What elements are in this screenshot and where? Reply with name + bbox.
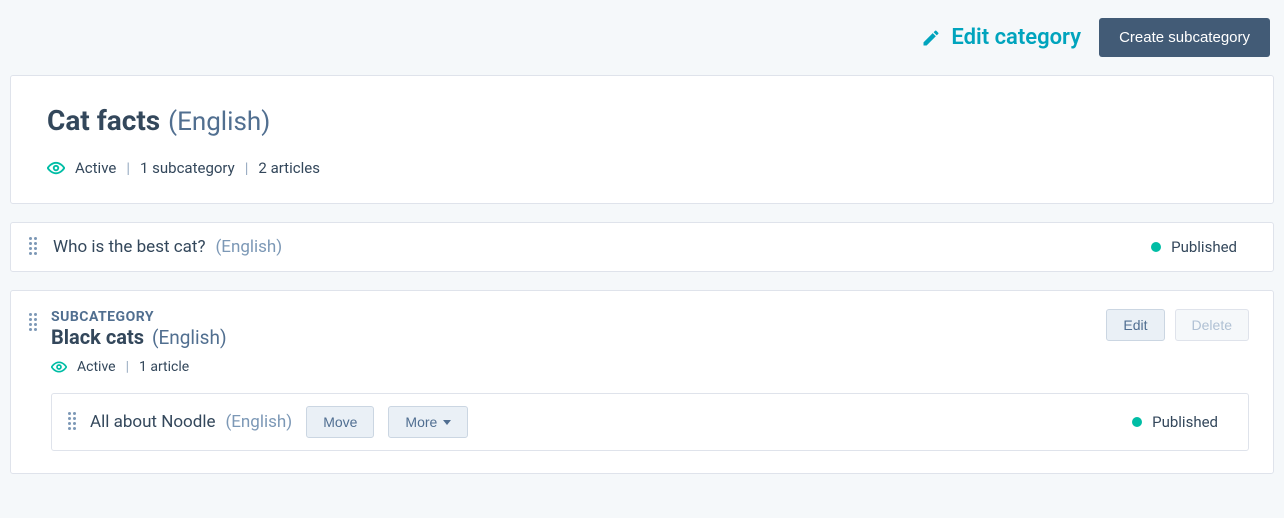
article-count: 2 articles — [258, 159, 320, 177]
more-label: More — [405, 414, 437, 430]
subcategory-label: SUBCATEGORY — [51, 309, 227, 325]
article-row[interactable]: Who is the best cat? (English) Published — [10, 222, 1274, 272]
separator: | — [126, 359, 129, 375]
subcategory-language: (English) — [152, 326, 227, 349]
subcategory-header-left: SUBCATEGORY Black cats (English) Active … — [29, 309, 227, 375]
article-status: Published — [1151, 238, 1237, 256]
drag-handle-icon[interactable] — [68, 412, 76, 432]
eye-icon — [47, 159, 65, 177]
subcategory-count: 1 subcategory — [140, 159, 235, 177]
status-dot-icon — [1151, 242, 1161, 252]
nested-article-title-wrap: All about Noodle (English) — [90, 412, 292, 432]
category-status: Active — [75, 159, 116, 177]
category-heading: Cat facts (English) — [47, 104, 1237, 137]
delete-button[interactable]: Delete — [1175, 309, 1249, 341]
subcategory-actions: Edit Delete — [1106, 309, 1249, 341]
edit-button[interactable]: Edit — [1106, 309, 1164, 341]
status-dot-icon — [1132, 417, 1142, 427]
move-button[interactable]: Move — [306, 406, 374, 438]
status-label: Published — [1171, 238, 1237, 256]
article-title: Who is the best cat? — [53, 237, 206, 257]
nested-article-row[interactable]: All about Noodle (English) Move More Pub… — [51, 393, 1249, 451]
separator: | — [126, 159, 130, 177]
article-left: Who is the best cat? (English) — [29, 237, 282, 257]
subcategory-article-count: 1 article — [139, 359, 189, 375]
subcategory-header: SUBCATEGORY Black cats (English) Active … — [29, 309, 1249, 375]
subcategory-title-wrap: Black cats (English) — [51, 325, 227, 349]
nested-article-status: Published — [1132, 413, 1218, 431]
pencil-icon — [921, 28, 941, 48]
nested-article-left: All about Noodle (English) Move More — [68, 406, 468, 438]
nested-article-language: (English) — [225, 412, 292, 432]
subcategory-status: Active — [77, 359, 116, 375]
drag-handle-icon[interactable] — [29, 313, 37, 333]
nested-article-title: All about Noodle — [90, 412, 215, 432]
article-language: (English) — [215, 237, 282, 257]
separator: | — [245, 159, 249, 177]
status-label: Published — [1152, 413, 1218, 431]
drag-handle-icon[interactable] — [29, 237, 37, 257]
category-meta: Active | 1 subcategory | 2 articles — [47, 159, 1237, 177]
category-title: Cat facts — [47, 104, 160, 137]
category-card: Cat facts (English) Active | 1 subcatego… — [10, 75, 1274, 204]
edit-category-label: Edit category — [951, 25, 1081, 50]
eye-icon — [51, 359, 67, 375]
subcategory-card: SUBCATEGORY Black cats (English) Active … — [10, 290, 1274, 474]
edit-category-link[interactable]: Edit category — [921, 25, 1081, 50]
category-language: (English) — [168, 107, 270, 137]
chevron-down-icon — [443, 420, 451, 425]
subcategory-title: Black cats — [51, 325, 144, 349]
subcategory-meta: Active | 1 article — [51, 359, 227, 375]
create-subcategory-button[interactable]: Create subcategory — [1099, 18, 1270, 57]
more-button[interactable]: More — [388, 406, 468, 438]
header-actions: Edit category Create subcategory — [10, 10, 1274, 75]
subcategory-info: SUBCATEGORY Black cats (English) Active … — [51, 309, 227, 375]
article-title-wrap: Who is the best cat? (English) — [53, 237, 282, 257]
